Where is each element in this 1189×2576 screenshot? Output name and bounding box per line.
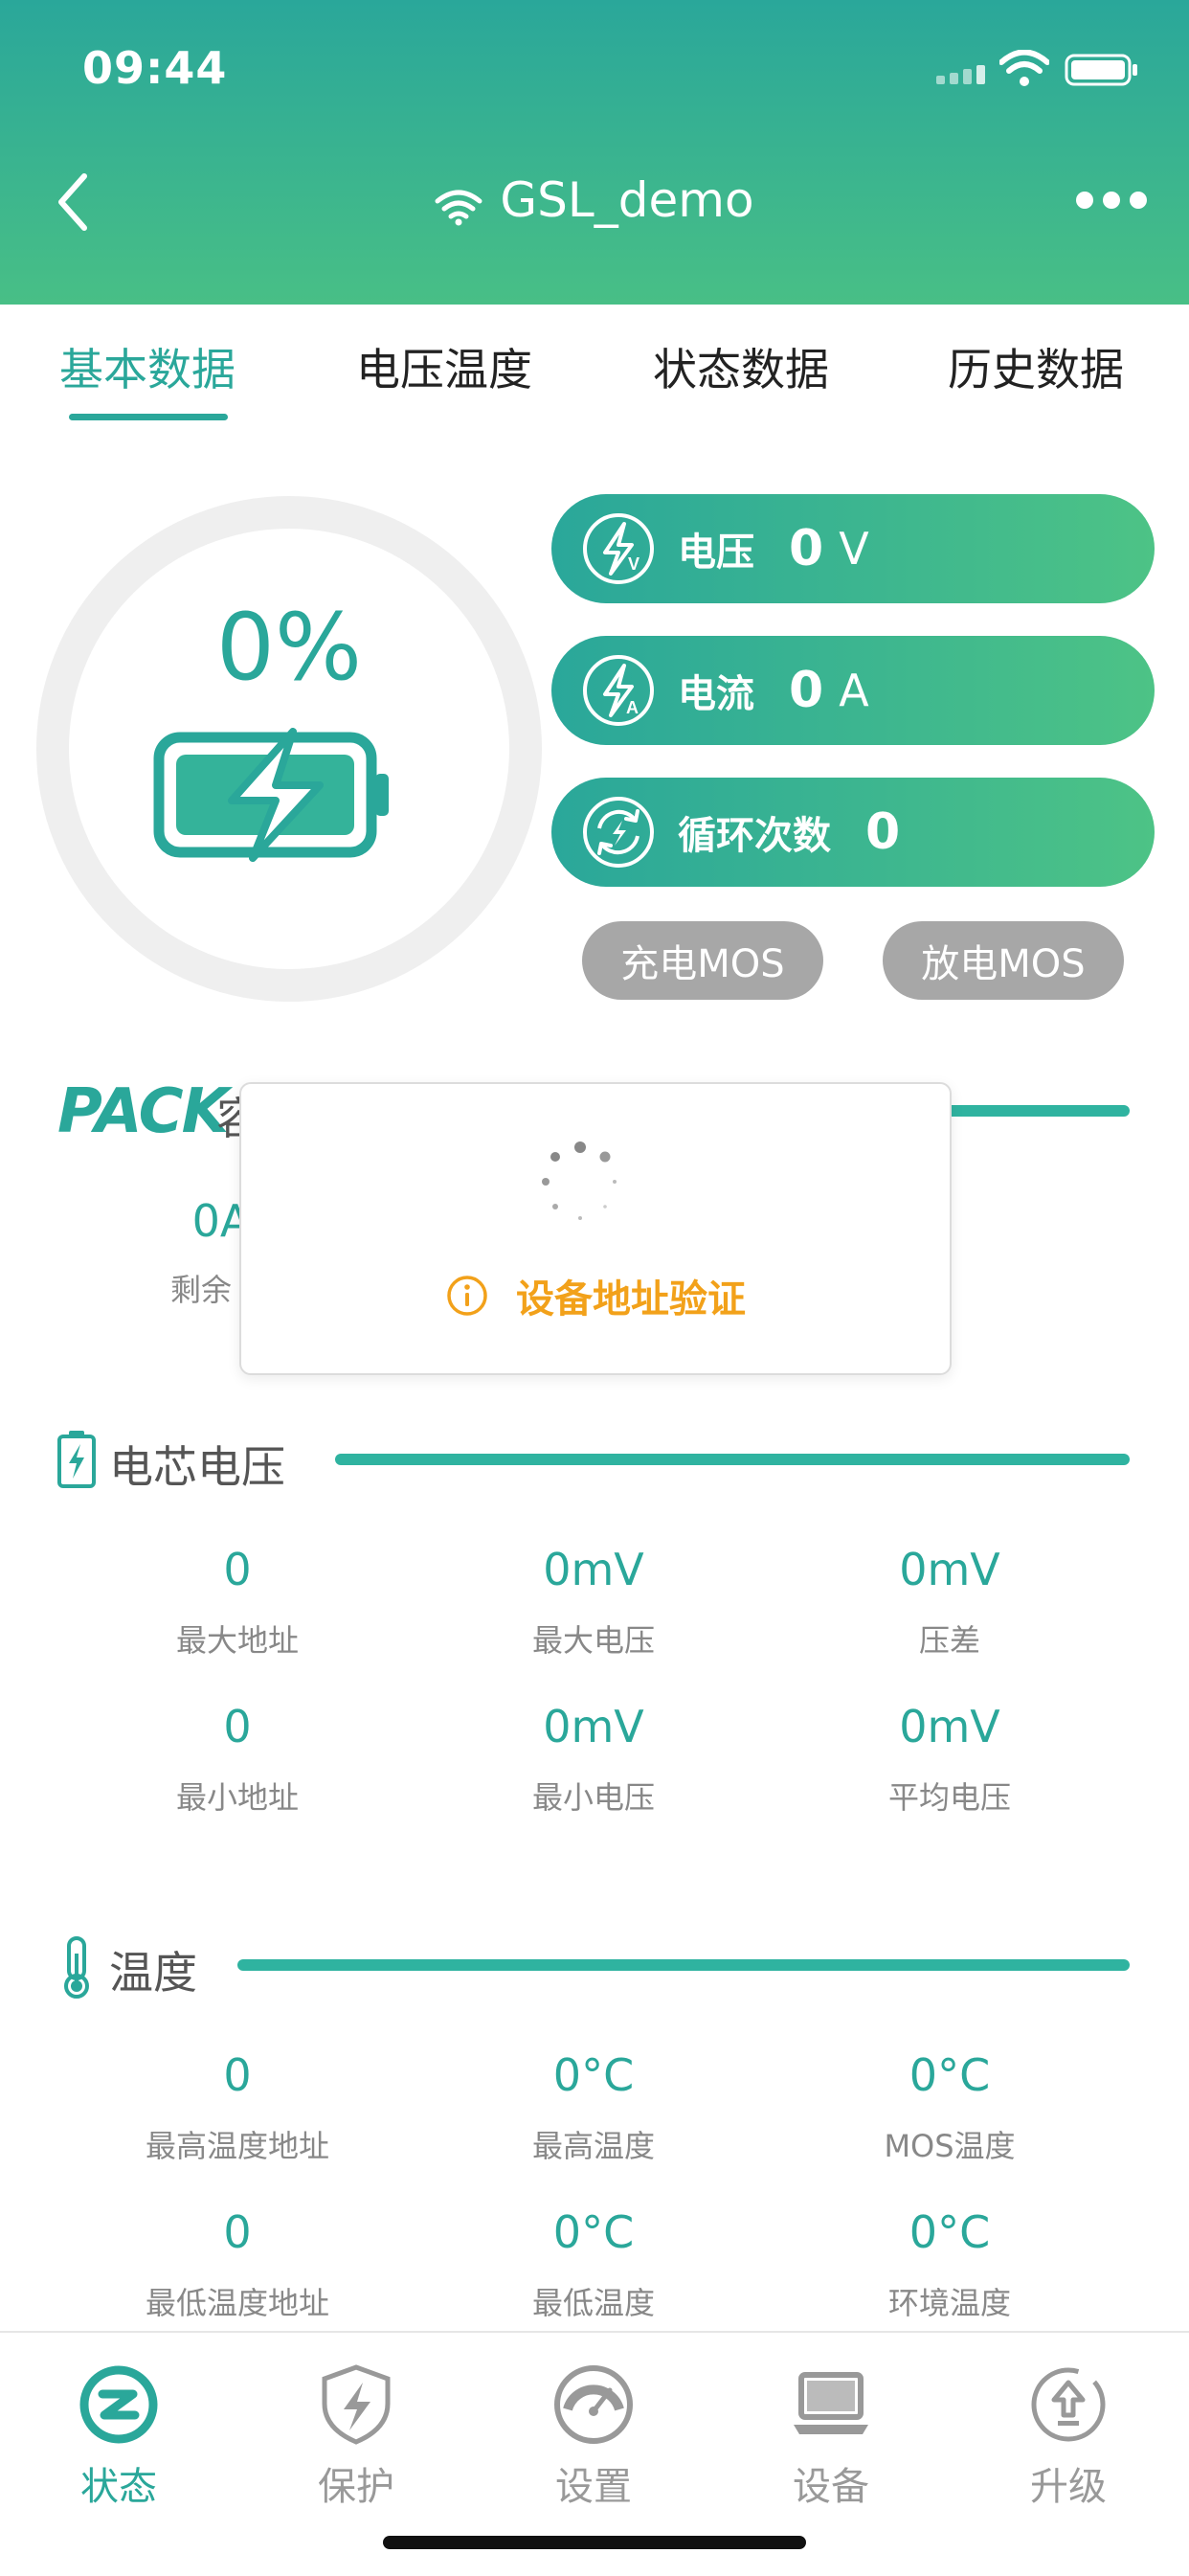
svg-text:V: V [628, 554, 639, 574]
nav-device[interactable]: 设备 [712, 2361, 950, 2511]
nav-protection[interactable]: 保护 [237, 2361, 475, 2511]
status-time: 09:44 [82, 42, 228, 94]
max-voltage-value: 0mV [543, 1544, 644, 1595]
voltage-label: 电压 [678, 531, 754, 575]
more-options-icon[interactable] [1076, 192, 1147, 209]
header-title-group: GSL_demo [0, 172, 1189, 228]
app-header: 09:44 GSL_demo [0, 0, 1189, 305]
svg-text:A: A [626, 698, 639, 717]
voltage-value: 0 [789, 520, 824, 577]
avg-voltage-value: 0mV [899, 1701, 1000, 1752]
cell-voltage-title: 电芯电压 [109, 1441, 285, 1493]
nav-status[interactable]: 状态 [0, 2361, 237, 2511]
tab-bar: 基本数据 电压温度 状态数据 历史数据 [0, 335, 1189, 421]
pack-remaining-label: 剩余 [170, 1272, 233, 1308]
status-icon [79, 2365, 158, 2444]
nav-settings-label: 设置 [555, 2465, 632, 2509]
shield-bolt-icon [322, 2364, 391, 2445]
max-voltage-label: 最大电压 [531, 1622, 655, 1659]
min-voltage-label: 最小电压 [531, 1779, 655, 1816]
dialog-message: 设备地址验证 [516, 1277, 746, 1322]
max-temp-label: 最高温度 [531, 2128, 655, 2164]
wifi-icon [435, 190, 482, 226]
laptop-icon [794, 2372, 868, 2434]
min-voltage-value: 0mV [543, 1701, 644, 1752]
voltage-icon: V [583, 513, 654, 584]
voltage-diff-value: 0mV [899, 1544, 1000, 1595]
nav-device-label: 设备 [793, 2465, 869, 2509]
nav-settings[interactable]: 设置 [475, 2361, 712, 2511]
cycle-count-pill: 循环次数 0 [551, 778, 1155, 887]
max-temp-address-value: 0 [223, 2049, 252, 2101]
avg-voltage-label: 平均电压 [887, 1779, 1011, 1816]
info-icon [447, 1276, 487, 1316]
nav-protection-label: 保护 [318, 2465, 394, 2509]
current-pill: A 电流 0 A [551, 636, 1155, 745]
nav-upgrade-label: 升级 [1030, 2465, 1107, 2509]
verification-dialog: 设备地址验证 [239, 1082, 952, 1375]
voltage-pill: V 电压 0 V [551, 494, 1155, 603]
min-cell-address-label: 最小地址 [175, 1779, 299, 1816]
tab-history-data[interactable]: 历史数据 [948, 335, 1124, 398]
dialog-message-row: 设备地址验证 [241, 1268, 950, 1323]
pack-logo: PACK [57, 1076, 229, 1147]
current-label: 电流 [678, 672, 754, 716]
max-temp-address-label: 最高温度地址 [145, 2128, 329, 2164]
device-title: GSL_demo [500, 172, 754, 228]
current-value: 0 [789, 662, 824, 719]
tab-status-data[interactable]: 状态数据 [653, 335, 829, 398]
tab-basic-data[interactable]: 基本数据 [59, 335, 236, 398]
min-cell-address-value: 0 [223, 1701, 252, 1752]
cell-battery-icon [57, 1431, 96, 1488]
mos-temp-label: MOS温度 [884, 2128, 1016, 2164]
nav-status-label: 状态 [80, 2465, 157, 2509]
battery-status-icon [1065, 54, 1137, 86]
temperature-bar [237, 1959, 1130, 1971]
current-unit: A [839, 665, 869, 716]
thermometer-icon [64, 1936, 89, 1999]
cycle-icon [583, 797, 654, 868]
min-temp-address-label: 最低温度地址 [145, 2285, 329, 2321]
gauge-icon [554, 2365, 633, 2444]
cycle-count-label: 循环次数 [678, 814, 831, 858]
mos-temp-value: 0°C [909, 2049, 991, 2101]
active-tab-indicator [69, 414, 228, 420]
discharge-mos-button[interactable]: 放电MOS [883, 921, 1124, 1000]
ambient-temp-label: 环境温度 [887, 2285, 1011, 2321]
cellular-signal-icon [936, 65, 985, 84]
max-cell-address-label: 最大地址 [175, 1622, 299, 1659]
min-temp-address-value: 0 [223, 2206, 252, 2258]
voltage-unit: V [839, 523, 869, 575]
tab-voltage-temperature[interactable]: 电压温度 [356, 335, 532, 398]
voltage-diff-label: 压差 [918, 1622, 980, 1659]
soc-percent: 0% [215, 594, 363, 701]
charge-mos-button[interactable]: 充电MOS [582, 921, 823, 1000]
min-temp-label: 最低温度 [531, 2285, 655, 2321]
current-icon: A [583, 655, 654, 726]
min-temp-value: 0°C [552, 2206, 635, 2258]
charging-battery-icon [153, 728, 389, 862]
max-temp-value: 0°C [552, 2049, 635, 2101]
wifi-status-icon [999, 50, 1049, 86]
cell-voltage-bar [335, 1454, 1130, 1465]
cycle-count-value: 0 [865, 803, 901, 861]
temperature-title: 温度 [109, 1947, 197, 1999]
ambient-temp-value: 0°C [909, 2206, 991, 2258]
nav-upgrade[interactable]: 升级 [950, 2361, 1187, 2511]
home-indicator [383, 2536, 806, 2549]
pack-section-bar [938, 1105, 1130, 1117]
upgrade-icon [1031, 2367, 1106, 2442]
max-cell-address-value: 0 [223, 1544, 252, 1595]
loading-spinner-icon [542, 1141, 617, 1220]
